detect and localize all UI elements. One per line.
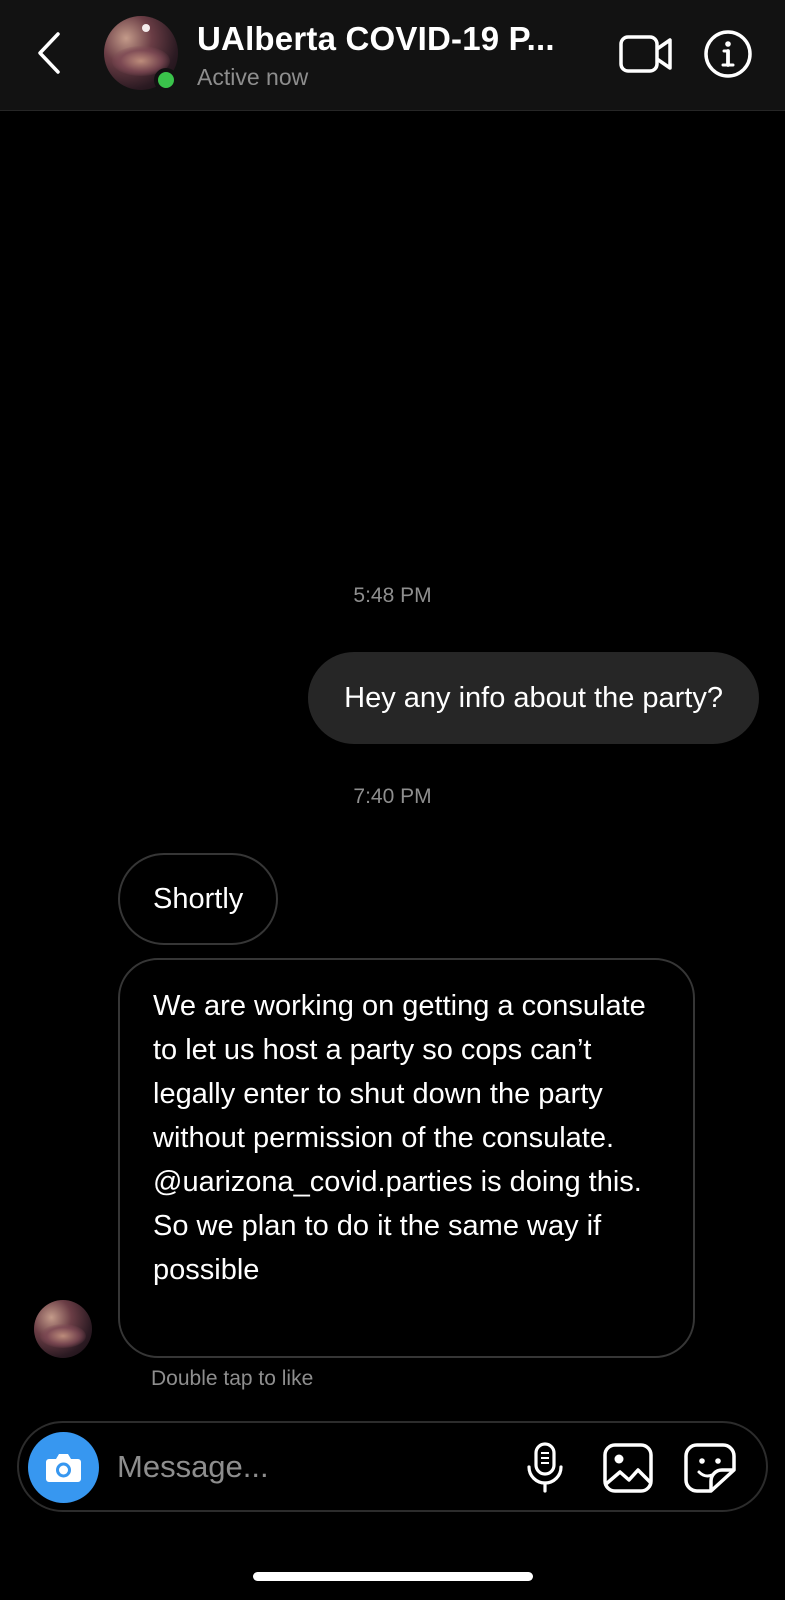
home-indicator xyxy=(253,1572,533,1581)
message-timestamp: 7:40 PM xyxy=(353,785,432,808)
outgoing-message[interactable]: Hey any info about the party? xyxy=(308,652,759,744)
message-timestamp: 5:48 PM xyxy=(353,584,432,607)
gallery-button[interactable] xyxy=(602,1442,654,1494)
message-composer xyxy=(17,1421,768,1512)
info-icon xyxy=(704,30,752,78)
chevron-left-icon xyxy=(38,32,60,74)
double-tap-hint: Double tap to like xyxy=(151,1367,314,1390)
chat-title[interactable]: UAlberta COVID-19 P... xyxy=(197,20,555,58)
microphone-icon xyxy=(527,1442,563,1493)
video-camera-icon xyxy=(619,35,672,73)
camera-icon xyxy=(46,1454,81,1482)
incoming-message[interactable]: We are working on getting a consulate to… xyxy=(118,958,695,1358)
chat-header: UAlberta COVID-19 P... Active now xyxy=(0,0,785,111)
sticker-icon xyxy=(684,1443,736,1493)
camera-button[interactable] xyxy=(28,1432,99,1503)
info-button[interactable] xyxy=(702,28,754,80)
message-input[interactable] xyxy=(117,1443,487,1491)
video-call-button[interactable] xyxy=(618,28,674,80)
sender-avatar[interactable] xyxy=(34,1300,92,1358)
incoming-message[interactable]: Shortly xyxy=(118,853,279,945)
voice-message-button[interactable] xyxy=(525,1441,565,1495)
back-button[interactable] xyxy=(30,28,70,78)
active-status: Active now xyxy=(197,64,309,90)
gallery-icon xyxy=(603,1443,653,1493)
online-status-dot xyxy=(154,68,178,92)
sticker-button[interactable] xyxy=(683,1442,737,1494)
